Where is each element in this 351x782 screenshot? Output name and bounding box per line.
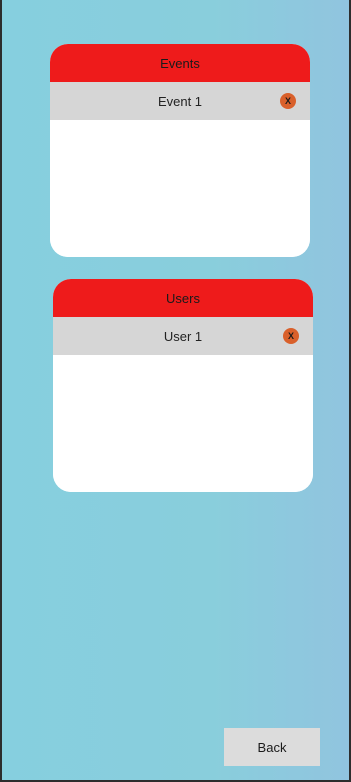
events-header: Events — [50, 44, 310, 82]
users-card: Users User 1 X — [53, 279, 313, 492]
event-list-item[interactable]: Event 1 X — [50, 82, 310, 120]
events-card: Events Event 1 X — [50, 44, 310, 257]
event-item-label: Event 1 — [157, 93, 203, 109]
remove-user-button[interactable]: X — [283, 328, 299, 344]
remove-event-button[interactable]: X — [280, 93, 296, 109]
users-header: Users — [53, 279, 313, 317]
user-item-label: User 1 — [163, 328, 203, 344]
events-list-empty-area — [50, 120, 310, 257]
back-button[interactable]: Back — [224, 728, 320, 766]
user-list-item[interactable]: User 1 X — [53, 317, 313, 355]
users-list-empty-area — [53, 355, 313, 492]
